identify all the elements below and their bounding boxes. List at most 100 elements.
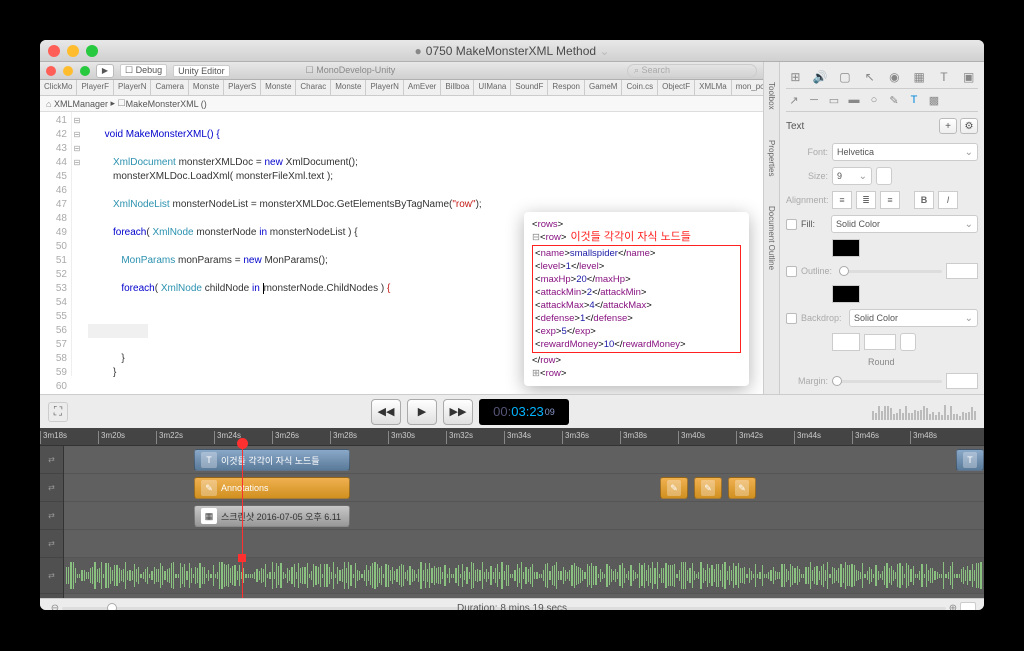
- audio-track[interactable]: [64, 558, 984, 594]
- backdrop-checkbox[interactable]: [786, 313, 797, 324]
- outline-slider[interactable]: [839, 270, 942, 273]
- add-button[interactable]: +: [939, 118, 957, 134]
- file-tab[interactable]: Charac: [296, 80, 331, 95]
- backdrop-mode-select[interactable]: Solid Color: [849, 309, 978, 327]
- align-right-button[interactable]: ≡: [880, 191, 900, 209]
- search-input[interactable]: ⌕ Search: [627, 64, 757, 78]
- font-select[interactable]: Helvetica: [832, 143, 978, 161]
- fill-color-swatch[interactable]: [832, 239, 860, 257]
- outline-value[interactable]: [946, 263, 978, 279]
- file-tab[interactable]: PlayerN: [366, 80, 403, 95]
- target-select[interactable]: Unity Editor: [173, 65, 230, 77]
- align-center-button[interactable]: ≣: [856, 191, 876, 209]
- italic-button[interactable]: I: [938, 191, 958, 209]
- ellipse-tool-icon[interactable]: ○: [866, 93, 882, 107]
- pen-tool-icon[interactable]: ✎: [886, 93, 902, 107]
- zoom-in-icon[interactable]: ⊕: [946, 603, 960, 610]
- size-stepper[interactable]: [876, 167, 892, 185]
- track-header-4[interactable]: ⇄: [40, 530, 63, 558]
- ide-close-icon[interactable]: [46, 66, 56, 76]
- arrow-tool-icon[interactable]: ↗: [786, 93, 802, 107]
- ide-min-icon[interactable]: [63, 66, 73, 76]
- align-left-button[interactable]: ≡: [832, 191, 852, 209]
- gear-icon[interactable]: ⚙: [960, 118, 978, 134]
- track-header-3[interactable]: ⇄: [40, 502, 63, 530]
- time-ruler[interactable]: 3m18s3m20s3m22s3m24s3m26s3m28s3m30s3m32s…: [40, 428, 984, 446]
- line-tool-icon[interactable]: ─: [806, 93, 822, 107]
- crop-icon[interactable]: ⛶: [48, 402, 68, 422]
- run-button[interactable]: ▶: [96, 64, 114, 78]
- bold-button[interactable]: B: [914, 191, 934, 209]
- file-tab[interactable]: UIMana: [474, 80, 511, 95]
- file-tab[interactable]: Camera: [151, 80, 188, 95]
- file-tab[interactable]: SoundF: [511, 80, 548, 95]
- outline-checkbox[interactable]: [786, 266, 797, 277]
- screen-icon[interactable]: ▢: [838, 70, 852, 84]
- annotation-clip-4[interactable]: ✎: [728, 477, 756, 499]
- file-tab[interactable]: Billboa: [441, 80, 474, 95]
- text-clip[interactable]: T이것들 각각이 자식 노드들: [194, 449, 350, 471]
- ide-sidebar[interactable]: Toolbox Properties Document Outline: [763, 62, 779, 394]
- file-tab[interactable]: Coin.cs: [622, 80, 658, 95]
- outline-tab[interactable]: Document Outline: [767, 206, 776, 270]
- file-tab[interactable]: GameM: [585, 80, 622, 95]
- file-tabs[interactable]: ClickMoPlayerFPlayerNCameraMonstePlayerS…: [40, 80, 763, 96]
- text-tool-icon[interactable]: T: [906, 93, 922, 107]
- file-tab[interactable]: Monste: [331, 80, 366, 95]
- dual-icon[interactable]: ▣: [962, 70, 976, 84]
- breadcrumb[interactable]: XMLManager ▸ ☐ MakeMonsterXML (): [40, 96, 763, 112]
- backdrop-color-swatch[interactable]: [832, 333, 860, 351]
- track-header-1[interactable]: ⇄: [40, 446, 63, 474]
- fill-checkbox[interactable]: [786, 219, 797, 230]
- track-header-2[interactable]: ⇄: [40, 474, 63, 502]
- outline-color-swatch[interactable]: [832, 285, 860, 303]
- zoom-out-icon[interactable]: ⊖: [48, 603, 62, 610]
- minimize-icon[interactable]: [67, 45, 79, 57]
- file-tab[interactable]: XMLMa: [695, 80, 732, 95]
- file-tab[interactable]: PlayerN: [114, 80, 151, 95]
- highlight-tool-icon[interactable]: ▬: [846, 93, 862, 107]
- blur-tool-icon[interactable]: ▩: [926, 93, 942, 107]
- config-select[interactable]: ☐ Debug: [120, 64, 167, 77]
- backdrop-value[interactable]: [864, 334, 896, 350]
- file-tab[interactable]: ObjectF: [658, 80, 695, 95]
- file-tab[interactable]: PlayerF: [77, 80, 114, 95]
- tracks[interactable]: T이것들 각각이 자식 노드들 T ✎Annotations ✎ ✎ ✎ ▦스크…: [64, 446, 984, 598]
- fit-button[interactable]: [960, 602, 976, 611]
- playhead[interactable]: [242, 446, 243, 598]
- file-tab[interactable]: Respon: [548, 80, 585, 95]
- audio-icon[interactable]: 🔊: [813, 70, 827, 84]
- file-tab[interactable]: ClickMo: [40, 80, 77, 95]
- cursor-icon[interactable]: ↖: [863, 70, 877, 84]
- track-header-audio[interactable]: ⇄: [40, 558, 63, 594]
- close-icon[interactable]: [48, 45, 60, 57]
- text-icon[interactable]: T: [937, 70, 951, 84]
- file-tab[interactable]: Monste: [189, 80, 224, 95]
- annotation-clip-2[interactable]: ✎: [660, 477, 688, 499]
- toolbox-tab[interactable]: Toolbox: [767, 82, 776, 110]
- rect-tool-icon[interactable]: ▭: [826, 93, 842, 107]
- annotation-clip[interactable]: ✎Annotations: [194, 477, 350, 499]
- forward-button[interactable]: ▶▶: [443, 399, 473, 425]
- rewind-button[interactable]: ◀◀: [371, 399, 401, 425]
- file-tab[interactable]: mon_pc: [732, 80, 763, 95]
- fill-mode-select[interactable]: Solid Color: [831, 215, 978, 233]
- zoom-icon[interactable]: [86, 45, 98, 57]
- text-clip-2[interactable]: T: [956, 449, 984, 471]
- film-icon[interactable]: ⊞: [788, 70, 802, 84]
- image-icon[interactable]: ▦: [912, 70, 926, 84]
- play-button[interactable]: ▶: [407, 399, 437, 425]
- file-tab[interactable]: PlayerS: [224, 80, 261, 95]
- backdrop-stepper[interactable]: [900, 333, 916, 351]
- margin-slider[interactable]: [832, 380, 942, 383]
- ide-zoom-icon[interactable]: [80, 66, 90, 76]
- mic-icon[interactable]: ◉: [887, 70, 901, 84]
- properties-tab[interactable]: Properties: [767, 140, 776, 176]
- file-tab[interactable]: Monste: [261, 80, 296, 95]
- fold-column[interactable]: ⊟⊟⊟⊟: [72, 112, 82, 376]
- margin-value[interactable]: [946, 373, 978, 389]
- media-clip[interactable]: ▦스크린샷 2016-07-05 오후 6.11: [194, 505, 350, 527]
- size-select[interactable]: 9: [832, 167, 872, 185]
- annotation-clip-3[interactable]: ✎: [694, 477, 722, 499]
- file-tab[interactable]: AmEver: [404, 80, 441, 95]
